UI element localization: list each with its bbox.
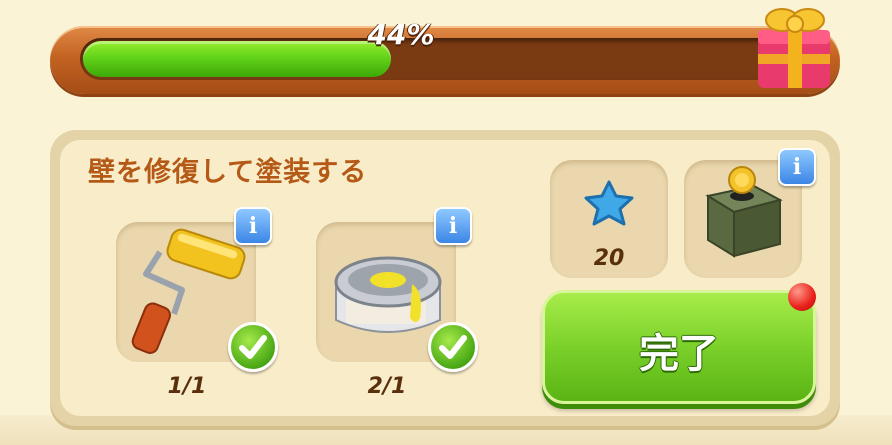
info-button-coin-box[interactable]: i [778,148,816,186]
info-button-roller[interactable]: i [234,207,272,245]
blue-star-icon [584,180,634,226]
check-icon-paint-can [428,322,478,372]
task-item-count-paint-can: 2/1 [367,374,407,399]
check-icon-roller [228,322,278,372]
progress-percent-label: 44% [367,18,435,51]
info-button-paint-can[interactable]: i [434,207,472,245]
progress-fill [83,41,391,77]
task-item-count-roller: 1/1 [167,374,207,399]
gift-box-icon[interactable] [752,0,838,92]
task-title: 壁を修復して塗装する [88,157,368,188]
done-button-label: 完了 [639,331,719,377]
notification-dot [788,283,816,311]
reward-star-amount: 20 [593,246,625,271]
done-button[interactable]: 完了 [542,290,816,404]
